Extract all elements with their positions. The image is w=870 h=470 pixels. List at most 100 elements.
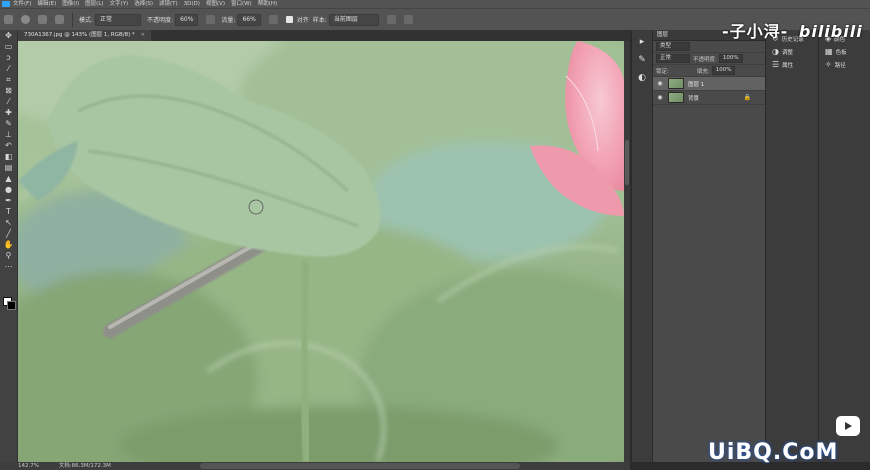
menu-window[interactable]: 窗口(W) bbox=[231, 0, 252, 8]
layer-thumbnail bbox=[668, 78, 684, 89]
quick-select-tool-icon[interactable]: ⁄ bbox=[3, 63, 14, 74]
clone-stamp-tool-icon[interactable]: ⊥ bbox=[3, 129, 14, 140]
lock-icon: 🔒 bbox=[743, 94, 751, 101]
layer-filter-row: 类型 bbox=[653, 41, 765, 53]
mode-label: 模式: bbox=[79, 17, 94, 24]
document-tab-title: 730A1367.jpg @ 143% (图层 1, RGB/8) * bbox=[24, 32, 135, 38]
swatches-panel-button[interactable]: ▦ 色板 bbox=[825, 47, 870, 56]
menu-filter[interactable]: 滤镜(T) bbox=[159, 0, 178, 8]
layer-blend-row: 正常 不透明度: 100% bbox=[653, 53, 765, 65]
type-tool-icon[interactable]: T bbox=[3, 206, 14, 217]
swatches-icon: ▦ bbox=[825, 47, 833, 56]
sample-label: 样本: bbox=[312, 17, 327, 24]
background-color-swatch[interactable] bbox=[7, 301, 16, 310]
zoom-tool-icon[interactable]: ⚲ bbox=[3, 250, 14, 261]
menu-layer[interactable]: 图层(L) bbox=[85, 0, 103, 8]
bilibili-tv-icon bbox=[836, 416, 860, 436]
canvas-vertical-scrollbar[interactable] bbox=[624, 41, 630, 462]
airbrush-icon[interactable] bbox=[268, 15, 278, 24]
properties-label: 属性 bbox=[782, 62, 794, 69]
lotus-photo bbox=[18, 41, 624, 462]
watermark-author: -子小浔- bbox=[722, 22, 789, 41]
paths-panel-button[interactable]: ✧ 路径 bbox=[825, 60, 870, 69]
fill-field[interactable]: 100% bbox=[711, 66, 736, 75]
layer-row-layer1[interactable]: ◉ 图层 1 bbox=[653, 77, 765, 91]
toggle-clone-source-icon[interactable] bbox=[55, 15, 64, 24]
adjustments-label: 调整 bbox=[781, 49, 793, 56]
layer-opacity-label: 不透明度: bbox=[693, 56, 717, 63]
expand-panels-icon[interactable]: ▸ bbox=[636, 36, 648, 48]
pressure-opacity-icon[interactable] bbox=[206, 15, 216, 24]
mode-select[interactable]: 正常 bbox=[95, 13, 142, 26]
separator bbox=[72, 12, 73, 27]
dodge-tool-icon[interactable]: ● bbox=[3, 184, 14, 195]
menu-bar: 文件(F) 编辑(E) 图像(I) 图层(L) 文字(Y) 选择(S) 滤镜(T… bbox=[0, 0, 870, 8]
adjustments-panel-button[interactable]: ◑ 调整 bbox=[772, 47, 818, 56]
properties-panel-button[interactable]: ☰ 属性 bbox=[772, 60, 818, 69]
image-canvas[interactable] bbox=[18, 41, 624, 462]
flow-field[interactable]: 66% bbox=[237, 13, 261, 26]
vertical-scroll-thumb[interactable] bbox=[625, 140, 629, 185]
blur-tool-icon[interactable]: ▲ bbox=[3, 173, 14, 184]
layer-row-background[interactable]: ◉ 背景 🔒 bbox=[653, 91, 765, 105]
lock-label: 锁定: bbox=[656, 68, 669, 75]
layer-kind-filter[interactable]: 类型 bbox=[656, 42, 690, 51]
path-select-tool-icon[interactable]: ↖ bbox=[3, 217, 14, 228]
document-tab[interactable]: 730A1367.jpg @ 143% (图层 1, RGB/8) * × bbox=[18, 30, 152, 41]
brush-preset-icon[interactable] bbox=[21, 15, 30, 24]
right-panel-column-1: ↺ 历史记录 ◑ 调整 ☰ 属性 bbox=[765, 30, 818, 462]
toggle-brush-panel-icon[interactable] bbox=[38, 15, 47, 24]
document-size-info: 文档:86.3M/172.3M bbox=[58, 463, 111, 469]
move-tool-icon[interactable]: ✥ bbox=[3, 30, 14, 41]
eyedropper-tool-icon[interactable]: ⁄ bbox=[3, 96, 14, 107]
zoom-level[interactable]: 142.7% bbox=[18, 463, 39, 469]
menu-file[interactable]: 文件(F) bbox=[13, 0, 31, 8]
document-tab-bar: 730A1367.jpg @ 143% (图层 1, RGB/8) * × bbox=[18, 30, 630, 41]
more-tools-icon[interactable]: ⋯ bbox=[3, 261, 14, 272]
layer-opacity-field[interactable]: 100% bbox=[718, 54, 743, 63]
tools-panel: ✥ ▭ ↄ ⁄ ⌗ ⊠ ⁄ ✚ ✎ ⊥ ↶ ◧ ▤ ▲ ● ✒ T ↖ ╱ ✋ … bbox=[0, 30, 18, 462]
menu-3d[interactable]: 3D(D) bbox=[184, 0, 200, 8]
sample-select[interactable]: 当前图层 bbox=[328, 13, 379, 26]
marquee-tool-icon[interactable]: ▭ bbox=[3, 41, 14, 52]
history-brush-tool-icon[interactable]: ↶ bbox=[3, 140, 14, 151]
aligned-label: 对齐 bbox=[296, 17, 309, 24]
layer-name: 背景 bbox=[688, 95, 700, 102]
menu-type[interactable]: 文字(Y) bbox=[110, 0, 129, 8]
brush-settings-icon[interactable]: ✎ bbox=[636, 54, 648, 66]
visibility-eye-icon[interactable]: ◉ bbox=[656, 80, 664, 87]
menu-image[interactable]: 图像(I) bbox=[62, 0, 79, 8]
menu-view[interactable]: 视图(V) bbox=[206, 0, 225, 8]
shape-tool-icon[interactable]: ╱ bbox=[3, 228, 14, 239]
bilibili-logo: bilibili bbox=[798, 22, 863, 41]
menu-help[interactable]: 帮助(H) bbox=[258, 0, 277, 8]
eraser-tool-icon[interactable]: ◧ bbox=[3, 151, 14, 162]
close-tab-icon[interactable]: × bbox=[140, 32, 145, 38]
healing-brush-tool-icon[interactable]: ✚ bbox=[3, 107, 14, 118]
pressure-size-icon[interactable] bbox=[403, 15, 413, 24]
visibility-eye-icon[interactable]: ◉ bbox=[656, 94, 664, 101]
crop-tool-icon[interactable]: ⌗ bbox=[3, 74, 14, 85]
site-watermark: UiBQ.CoM bbox=[708, 440, 839, 465]
opacity-field[interactable]: 60% bbox=[175, 13, 199, 26]
hand-tool-icon[interactable]: ✋ bbox=[3, 239, 14, 250]
brush-tool-icon[interactable]: ✎ bbox=[3, 118, 14, 129]
paths-icon: ✧ bbox=[825, 60, 832, 69]
lasso-tool-icon[interactable]: ↄ bbox=[3, 52, 14, 63]
layer-name: 图层 1 bbox=[688, 81, 705, 88]
blend-mode-select[interactable]: 正常 bbox=[656, 54, 690, 63]
adjustment-icon[interactable]: ◐ bbox=[636, 72, 648, 84]
gradient-tool-icon[interactable]: ▤ bbox=[3, 162, 14, 173]
layers-panel: 图层 类型 正常 不透明度: 100% 锁定: 填充: 100% ◉ 图层 1 … bbox=[652, 30, 765, 462]
right-panel-column-2: ◈ 颜色 ▦ 色板 ✧ 路径 bbox=[818, 30, 870, 462]
clone-stamp-tool-icon[interactable] bbox=[4, 15, 13, 24]
menu-select[interactable]: 选择(S) bbox=[134, 0, 153, 8]
pen-tool-icon[interactable]: ✒ bbox=[3, 195, 14, 206]
canvas-horizontal-scrollbar[interactable] bbox=[200, 463, 520, 469]
video-watermark: -子小浔- bilibili bbox=[722, 18, 863, 42]
ignore-adjustment-layers-icon[interactable] bbox=[386, 15, 396, 24]
menu-edit[interactable]: 编辑(E) bbox=[37, 0, 56, 8]
flow-label: 流量: bbox=[221, 17, 236, 24]
frame-tool-icon[interactable]: ⊠ bbox=[3, 85, 14, 96]
aligned-checkbox[interactable] bbox=[285, 16, 293, 23]
